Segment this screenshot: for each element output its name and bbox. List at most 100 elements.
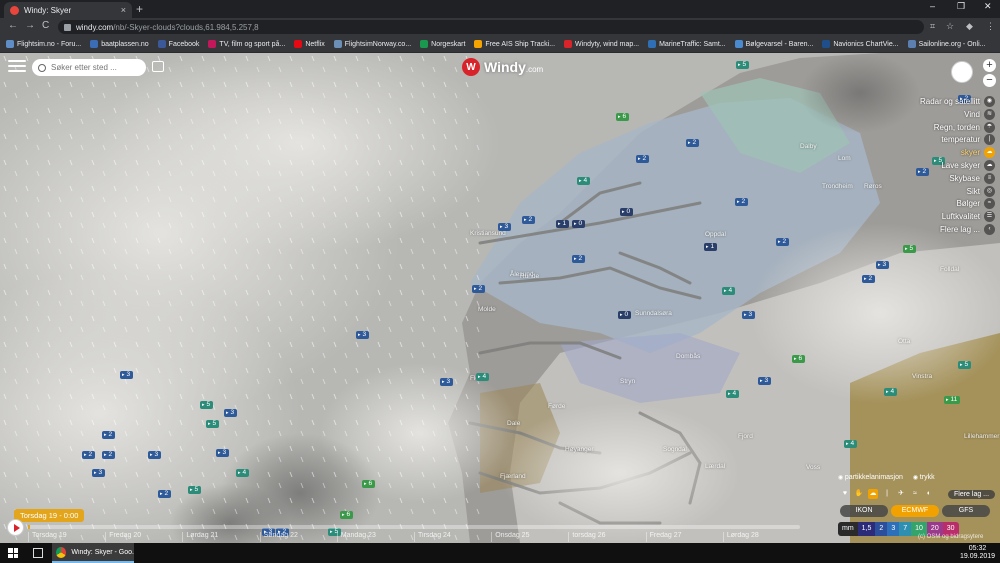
- back-button[interactable]: ←: [8, 20, 18, 31]
- timeline-day[interactable]: Tirsdag 24: [414, 532, 491, 542]
- plane-icon[interactable]: ✈: [896, 489, 906, 499]
- translate-icon[interactable]: ⌗: [930, 21, 935, 32]
- timeline-day[interactable]: Fredag 20: [105, 532, 182, 542]
- zoom-out-button[interactable]: −: [983, 74, 996, 87]
- layer-item[interactable]: Luftkvalitet: [920, 211, 980, 224]
- wind-marker[interactable]: 2: [158, 490, 172, 498]
- layer-item[interactable]: skyer: [920, 147, 980, 160]
- wind-marker[interactable]: 0: [572, 220, 586, 228]
- forward-button[interactable]: →: [25, 20, 35, 31]
- reload-button[interactable]: C: [42, 20, 49, 31]
- place-label[interactable]: Voss: [806, 464, 820, 471]
- timeline-day[interactable]: Lørdag 28: [722, 532, 800, 542]
- place-label[interactable]: Trondheim: [822, 183, 853, 190]
- place-label[interactable]: Stryn: [620, 378, 635, 385]
- wind-marker[interactable]: 2: [472, 285, 486, 293]
- layer-icon[interactable]: ☁: [984, 147, 995, 159]
- wind-marker[interactable]: 3: [92, 469, 106, 477]
- layer-icon[interactable]: ◉: [984, 96, 995, 107]
- wind-marker[interactable]: 5: [200, 401, 214, 409]
- bookmark-item[interactable]: baatplassen.no: [90, 40, 149, 48]
- bookmark-item[interactable]: Bølgevarsel - Baren...: [734, 40, 813, 48]
- wind-marker[interactable]: 2: [572, 255, 586, 263]
- place-label[interactable]: Vinstra: [912, 373, 932, 380]
- wind-marker[interactable]: 5: [903, 245, 917, 253]
- timeline-current[interactable]: Torsdag 19 - 0:00: [14, 509, 85, 522]
- wind-marker[interactable]: 3: [876, 261, 890, 269]
- wind-marker[interactable]: 6: [340, 511, 354, 519]
- cloud-layer-icon[interactable]: ☁: [868, 489, 878, 499]
- task-view-icon[interactable]: [33, 548, 43, 558]
- wind-marker[interactable]: 3: [148, 451, 162, 459]
- layer-item[interactable]: Skybase: [920, 173, 980, 186]
- model-button[interactable]: IKON: [840, 505, 888, 517]
- maximize-button[interactable]: ❐: [957, 1, 965, 12]
- bookmark-star-icon[interactable]: ☆: [946, 21, 954, 32]
- bookmark-item[interactable]: MarineTraffic: Samt...: [648, 40, 726, 48]
- new-tab-button[interactable]: +: [136, 2, 143, 16]
- place-label[interactable]: Sogndal: [663, 446, 687, 453]
- wind-marker[interactable]: 2: [686, 139, 700, 147]
- user-avatar[interactable]: [951, 61, 973, 83]
- heart-icon[interactable]: ♥: [840, 489, 850, 499]
- timeline-day[interactable]: Søndag 22: [259, 532, 337, 542]
- place-label[interactable]: Folldal: [940, 266, 959, 273]
- layer-item[interactable]: Sikt: [920, 186, 980, 199]
- bookmark-item[interactable]: Navionics ChartVie...: [822, 40, 899, 48]
- search-box[interactable]: [32, 59, 146, 76]
- layer-icon[interactable]: ≡: [984, 172, 995, 184]
- timeline-day[interactable]: Mandag 23: [336, 532, 414, 542]
- browser-tab[interactable]: Windy: Skyer ×: [4, 2, 132, 18]
- wind-marker[interactable]: 4: [722, 287, 736, 295]
- layer-item[interactable]: Radar og satellitt: [920, 96, 980, 109]
- layer-icon[interactable]: ≈: [984, 198, 995, 210]
- wind-marker[interactable]: 3: [120, 371, 134, 379]
- pressure-toggle[interactable]: trykk: [913, 474, 935, 481]
- wind-marker[interactable]: 2: [82, 451, 96, 459]
- wind-marker[interactable]: 2: [102, 451, 116, 459]
- layer-icon[interactable]: ☁: [984, 159, 995, 171]
- place-label[interactable]: Lillehammer: [964, 433, 999, 440]
- wind-marker[interactable]: 2: [102, 431, 116, 439]
- place-label[interactable]: Otta: [898, 338, 910, 345]
- wind-marker[interactable]: 3: [498, 223, 512, 231]
- close-window-button[interactable]: ✕: [984, 1, 992, 12]
- layer-item[interactable]: Lave skyer: [920, 160, 980, 173]
- wind-marker[interactable]: 2: [776, 238, 790, 246]
- windy-logo[interactable]: W Windy .com: [462, 58, 543, 76]
- menu-kebab-icon[interactable]: ⋮: [986, 21, 995, 32]
- bookmark-item[interactable]: Netflix: [294, 40, 325, 48]
- wind-marker[interactable]: 5: [958, 361, 972, 369]
- model-button[interactable]: GFS: [942, 505, 990, 517]
- place-label[interactable]: Dalby: [800, 143, 817, 150]
- wind-marker[interactable]: 4: [884, 388, 898, 396]
- place-label[interactable]: Runde: [520, 273, 539, 280]
- tab-close-icon[interactable]: ×: [121, 5, 126, 15]
- wind-marker[interactable]: 2: [636, 155, 650, 163]
- windows-start-icon[interactable]: [8, 548, 18, 558]
- wind-marker[interactable]: 2: [862, 275, 876, 283]
- play-button[interactable]: [7, 519, 24, 536]
- place-label[interactable]: Røros: [864, 183, 882, 190]
- place-label[interactable]: Lærdal: [705, 463, 725, 470]
- place-label[interactable]: Dale: [507, 420, 520, 427]
- wind-marker[interactable]: 11: [944, 396, 961, 404]
- layer-icon[interactable]: ≋: [984, 108, 995, 120]
- wind-marker[interactable]: 2: [735, 198, 749, 206]
- wind-marker[interactable]: 6: [792, 355, 806, 363]
- extension-icon[interactable]: ◆: [966, 21, 973, 32]
- timeline-day[interactable]: Fredag 27: [645, 532, 723, 542]
- place-label[interactable]: Høyanger: [565, 446, 594, 453]
- wind-marker[interactable]: 3: [742, 311, 756, 319]
- taskbar-chrome-app[interactable]: Windy: Skyer - Goo...: [52, 543, 134, 563]
- wind-marker[interactable]: 2: [522, 216, 536, 224]
- timeline-track[interactable]: [28, 525, 800, 529]
- bookmark-item[interactable]: Facebook: [157, 40, 199, 48]
- wind-marker[interactable]: 4: [476, 373, 490, 381]
- timeline-day[interactable]: Torsdag 19: [28, 532, 105, 542]
- model-button[interactable]: ECMWF: [891, 505, 939, 517]
- layer-icon[interactable]: ◎: [984, 185, 995, 197]
- wind-marker[interactable]: 5: [206, 420, 220, 428]
- place-label[interactable]: Kristiansund: [470, 230, 506, 237]
- wind-marker[interactable]: 5: [736, 61, 750, 69]
